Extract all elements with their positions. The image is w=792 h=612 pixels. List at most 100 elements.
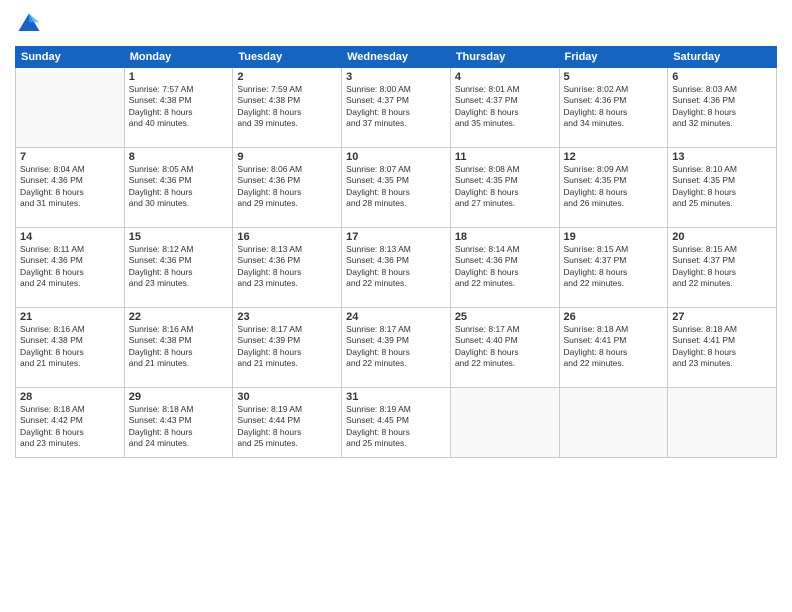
day-cell: [668, 388, 777, 458]
day-cell: 27Sunrise: 8:18 AMSunset: 4:41 PMDayligh…: [668, 308, 777, 388]
day-info: Sunrise: 8:17 AMSunset: 4:40 PMDaylight:…: [455, 324, 555, 370]
day-number: 13: [672, 151, 772, 163]
day-number: 3: [346, 71, 446, 83]
day-info: Sunrise: 8:08 AMSunset: 4:35 PMDaylight:…: [455, 164, 555, 210]
day-number: 18: [455, 231, 555, 243]
day-info: Sunrise: 8:07 AMSunset: 4:35 PMDaylight:…: [346, 164, 446, 210]
day-info: Sunrise: 8:04 AMSunset: 4:36 PMDaylight:…: [20, 164, 120, 210]
page: SundayMondayTuesdayWednesdayThursdayFrid…: [0, 0, 792, 612]
weekday-header-row: SundayMondayTuesdayWednesdayThursdayFrid…: [16, 47, 777, 68]
day-number: 19: [564, 231, 664, 243]
day-cell: 26Sunrise: 8:18 AMSunset: 4:41 PMDayligh…: [559, 308, 668, 388]
day-number: 27: [672, 311, 772, 323]
day-cell: 1Sunrise: 7:57 AMSunset: 4:38 PMDaylight…: [124, 68, 233, 148]
day-number: 22: [129, 311, 229, 323]
day-cell: 28Sunrise: 8:18 AMSunset: 4:42 PMDayligh…: [16, 388, 125, 458]
day-number: 14: [20, 231, 120, 243]
day-cell: 17Sunrise: 8:13 AMSunset: 4:36 PMDayligh…: [342, 228, 451, 308]
day-cell: 11Sunrise: 8:08 AMSunset: 4:35 PMDayligh…: [450, 148, 559, 228]
day-number: 30: [237, 391, 337, 403]
day-info: Sunrise: 8:02 AMSunset: 4:36 PMDaylight:…: [564, 84, 664, 130]
day-info: Sunrise: 8:17 AMSunset: 4:39 PMDaylight:…: [237, 324, 337, 370]
week-row-4: 21Sunrise: 8:16 AMSunset: 4:38 PMDayligh…: [16, 308, 777, 388]
day-info: Sunrise: 7:57 AMSunset: 4:38 PMDaylight:…: [129, 84, 229, 130]
day-info: Sunrise: 8:17 AMSunset: 4:39 PMDaylight:…: [346, 324, 446, 370]
day-number: 21: [20, 311, 120, 323]
day-info: Sunrise: 8:19 AMSunset: 4:45 PMDaylight:…: [346, 404, 446, 450]
day-info: Sunrise: 8:18 AMSunset: 4:41 PMDaylight:…: [672, 324, 772, 370]
weekday-friday: Friday: [559, 47, 668, 68]
day-info: Sunrise: 7:59 AMSunset: 4:38 PMDaylight:…: [237, 84, 337, 130]
day-number: 12: [564, 151, 664, 163]
day-cell: 16Sunrise: 8:13 AMSunset: 4:36 PMDayligh…: [233, 228, 342, 308]
day-number: 7: [20, 151, 120, 163]
weekday-saturday: Saturday: [668, 47, 777, 68]
day-cell: 8Sunrise: 8:05 AMSunset: 4:36 PMDaylight…: [124, 148, 233, 228]
day-cell: [450, 388, 559, 458]
weekday-wednesday: Wednesday: [342, 47, 451, 68]
day-info: Sunrise: 8:14 AMSunset: 4:36 PMDaylight:…: [455, 244, 555, 290]
day-number: 24: [346, 311, 446, 323]
day-number: 20: [672, 231, 772, 243]
day-cell: 18Sunrise: 8:14 AMSunset: 4:36 PMDayligh…: [450, 228, 559, 308]
day-info: Sunrise: 8:13 AMSunset: 4:36 PMDaylight:…: [237, 244, 337, 290]
day-number: 26: [564, 311, 664, 323]
day-cell: 7Sunrise: 8:04 AMSunset: 4:36 PMDaylight…: [16, 148, 125, 228]
weekday-sunday: Sunday: [16, 47, 125, 68]
day-cell: 9Sunrise: 8:06 AMSunset: 4:36 PMDaylight…: [233, 148, 342, 228]
day-cell: 12Sunrise: 8:09 AMSunset: 4:35 PMDayligh…: [559, 148, 668, 228]
week-row-5: 28Sunrise: 8:18 AMSunset: 4:42 PMDayligh…: [16, 388, 777, 458]
day-cell: 24Sunrise: 8:17 AMSunset: 4:39 PMDayligh…: [342, 308, 451, 388]
day-info: Sunrise: 8:05 AMSunset: 4:36 PMDaylight:…: [129, 164, 229, 210]
day-cell: 6Sunrise: 8:03 AMSunset: 4:36 PMDaylight…: [668, 68, 777, 148]
day-cell: 10Sunrise: 8:07 AMSunset: 4:35 PMDayligh…: [342, 148, 451, 228]
day-cell: 15Sunrise: 8:12 AMSunset: 4:36 PMDayligh…: [124, 228, 233, 308]
day-info: Sunrise: 8:18 AMSunset: 4:43 PMDaylight:…: [129, 404, 229, 450]
day-info: Sunrise: 8:10 AMSunset: 4:35 PMDaylight:…: [672, 164, 772, 210]
day-info: Sunrise: 8:15 AMSunset: 4:37 PMDaylight:…: [564, 244, 664, 290]
day-cell: 25Sunrise: 8:17 AMSunset: 4:40 PMDayligh…: [450, 308, 559, 388]
day-number: 29: [129, 391, 229, 403]
day-info: Sunrise: 8:06 AMSunset: 4:36 PMDaylight:…: [237, 164, 337, 210]
day-number: 5: [564, 71, 664, 83]
day-number: 23: [237, 311, 337, 323]
day-info: Sunrise: 8:18 AMSunset: 4:41 PMDaylight:…: [564, 324, 664, 370]
day-info: Sunrise: 8:01 AMSunset: 4:37 PMDaylight:…: [455, 84, 555, 130]
day-info: Sunrise: 8:09 AMSunset: 4:35 PMDaylight:…: [564, 164, 664, 210]
day-cell: 19Sunrise: 8:15 AMSunset: 4:37 PMDayligh…: [559, 228, 668, 308]
header: [15, 10, 777, 38]
day-cell: [559, 388, 668, 458]
day-number: 2: [237, 71, 337, 83]
day-cell: 2Sunrise: 7:59 AMSunset: 4:38 PMDaylight…: [233, 68, 342, 148]
day-info: Sunrise: 8:13 AMSunset: 4:36 PMDaylight:…: [346, 244, 446, 290]
day-info: Sunrise: 8:00 AMSunset: 4:37 PMDaylight:…: [346, 84, 446, 130]
day-info: Sunrise: 8:15 AMSunset: 4:37 PMDaylight:…: [672, 244, 772, 290]
day-cell: 3Sunrise: 8:00 AMSunset: 4:37 PMDaylight…: [342, 68, 451, 148]
day-number: 4: [455, 71, 555, 83]
day-number: 1: [129, 71, 229, 83]
day-cell: 13Sunrise: 8:10 AMSunset: 4:35 PMDayligh…: [668, 148, 777, 228]
day-number: 9: [237, 151, 337, 163]
day-number: 10: [346, 151, 446, 163]
day-cell: 5Sunrise: 8:02 AMSunset: 4:36 PMDaylight…: [559, 68, 668, 148]
day-number: 25: [455, 311, 555, 323]
day-cell: 22Sunrise: 8:16 AMSunset: 4:38 PMDayligh…: [124, 308, 233, 388]
day-number: 17: [346, 231, 446, 243]
week-row-3: 14Sunrise: 8:11 AMSunset: 4:36 PMDayligh…: [16, 228, 777, 308]
day-number: 28: [20, 391, 120, 403]
week-row-2: 7Sunrise: 8:04 AMSunset: 4:36 PMDaylight…: [16, 148, 777, 228]
day-cell: [16, 68, 125, 148]
day-number: 15: [129, 231, 229, 243]
day-number: 16: [237, 231, 337, 243]
day-info: Sunrise: 8:18 AMSunset: 4:42 PMDaylight:…: [20, 404, 120, 450]
day-cell: 21Sunrise: 8:16 AMSunset: 4:38 PMDayligh…: [16, 308, 125, 388]
week-row-1: 1Sunrise: 7:57 AMSunset: 4:38 PMDaylight…: [16, 68, 777, 148]
day-info: Sunrise: 8:19 AMSunset: 4:44 PMDaylight:…: [237, 404, 337, 450]
day-cell: 4Sunrise: 8:01 AMSunset: 4:37 PMDaylight…: [450, 68, 559, 148]
day-info: Sunrise: 8:12 AMSunset: 4:36 PMDaylight:…: [129, 244, 229, 290]
day-number: 8: [129, 151, 229, 163]
logo: [15, 10, 45, 38]
day-cell: 23Sunrise: 8:17 AMSunset: 4:39 PMDayligh…: [233, 308, 342, 388]
weekday-monday: Monday: [124, 47, 233, 68]
day-number: 11: [455, 151, 555, 163]
